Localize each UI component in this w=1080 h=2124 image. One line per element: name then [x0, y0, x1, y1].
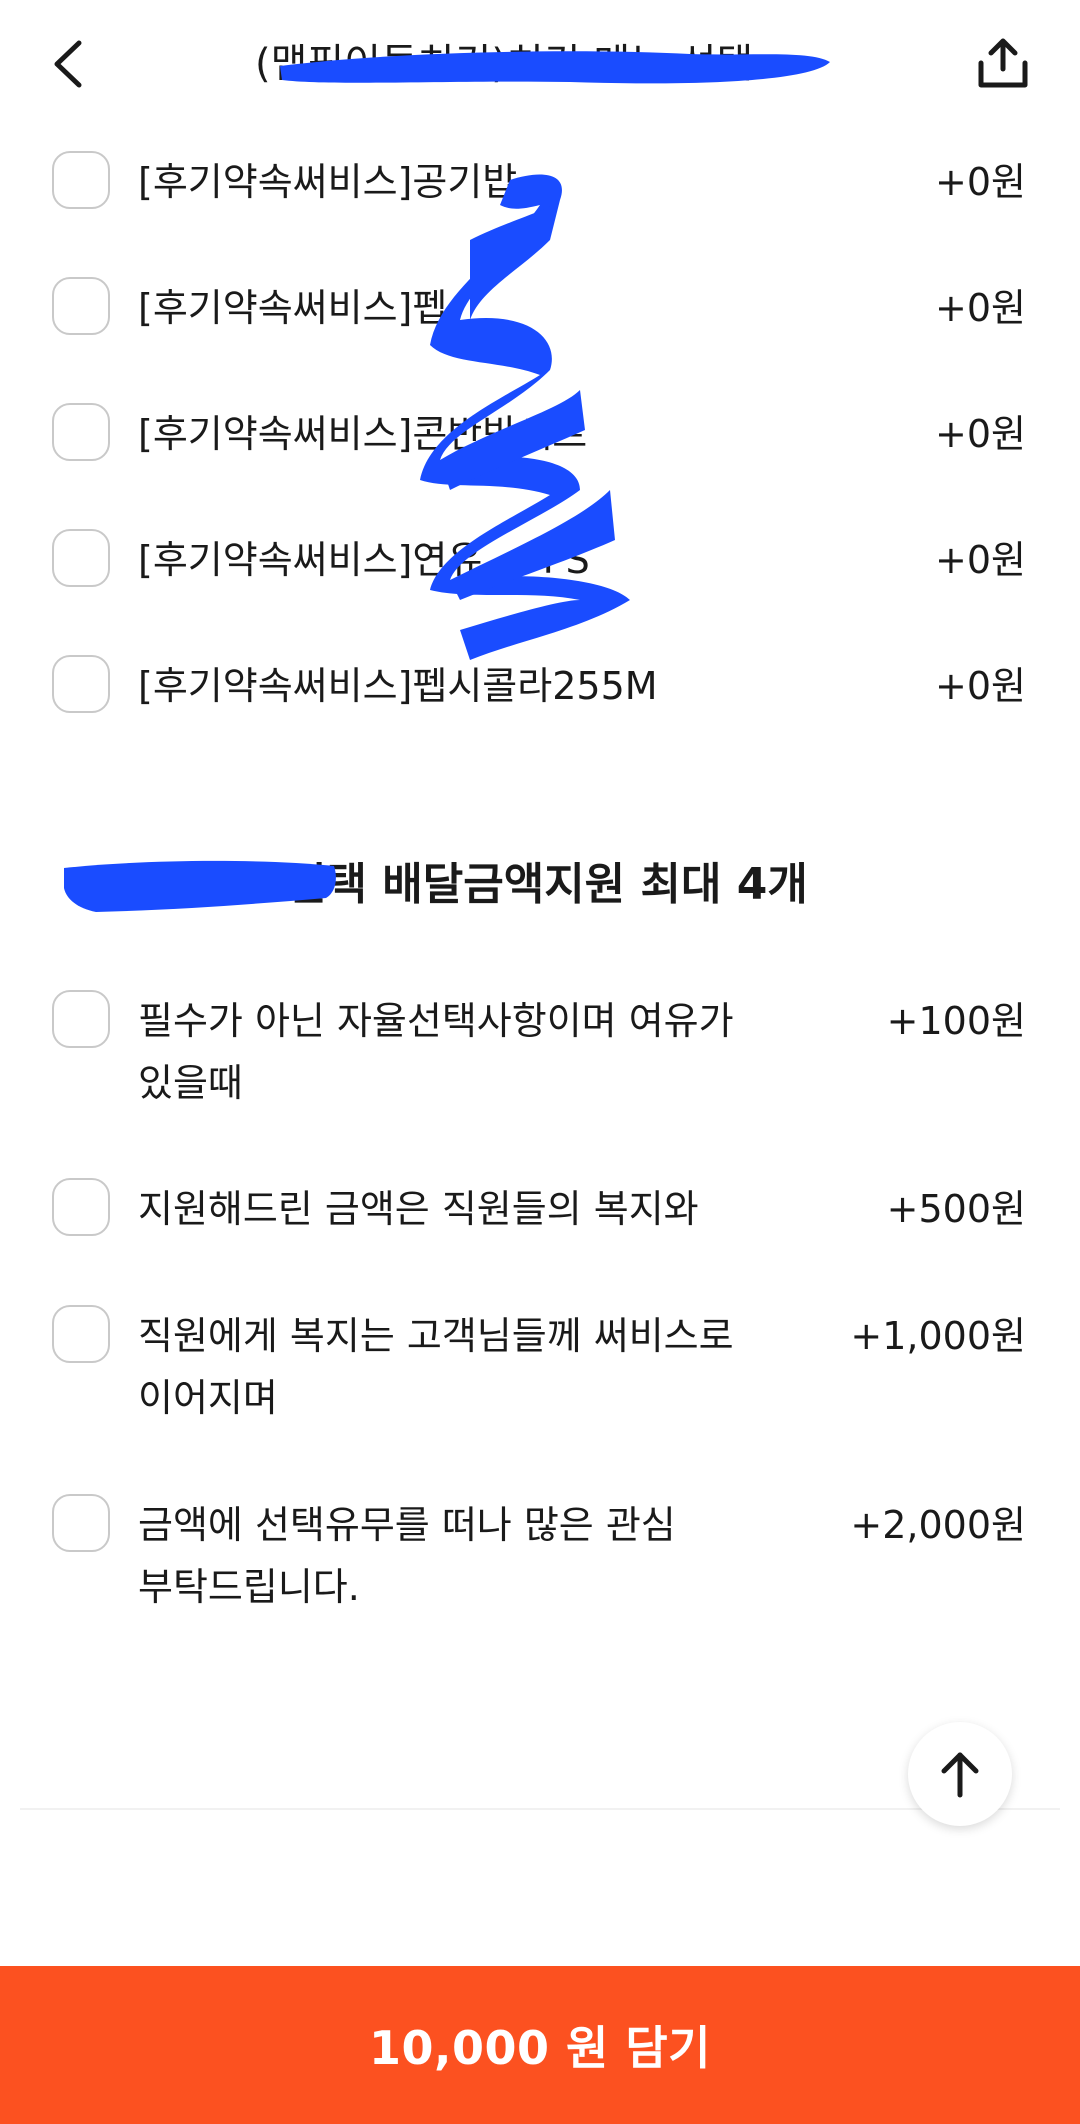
option-checkbox[interactable] [52, 1178, 110, 1236]
option-row[interactable]: 직원에게 복지는 고객님들께 써비스로 이어지며 +1,000원 [0, 1305, 1080, 1429]
option-checkbox[interactable] [52, 1305, 110, 1363]
option-checkbox[interactable] [52, 990, 110, 1048]
option-price: +2,000원 [850, 1503, 1026, 1547]
option-price: +0원 [935, 412, 1026, 456]
option-label: [후기약속써비스]공기밥 [138, 160, 518, 204]
option-label: 필수가 아닌 자율선택사항이며 여유가 있을때 [138, 999, 734, 1105]
share-icon [978, 38, 1028, 88]
chevron-left-icon [54, 40, 82, 88]
option-checkbox[interactable] [52, 1494, 110, 1552]
back-button[interactable] [40, 28, 96, 100]
option-checkbox[interactable] [52, 277, 110, 335]
option-row[interactable]: [후기약속써비스]공기밥 +0원 [0, 151, 1080, 213]
option-row[interactable]: [후기약속써비스]연유 ... PS +0원 [0, 529, 1080, 591]
option-label: [후기약속써비스]연유 ... PS [138, 538, 590, 582]
option-row[interactable]: [후기약속써비스]펩시콜라255M +0원 [0, 655, 1080, 717]
add-to-cart-button[interactable]: 10,000 원 담기 [0, 1966, 1080, 2124]
page-title: (맵핑이들치킨)치킨 메뉴 선택 [255, 41, 754, 87]
option-row[interactable]: [후기약속써비스]콘반반세트 +0원 [0, 403, 1080, 465]
option-row[interactable]: 지원해드린 금액은 직원들의 복지와 +500원 [0, 1178, 1080, 1240]
option-label: 지원해드린 금액은 직원들의 복지와 [138, 1187, 699, 1231]
option-label: [후기약속써비스]펩시콜라255M [138, 664, 658, 708]
option-label: 금액에 선택유무를 떠나 많은 관심 부탁드립니다. [138, 1503, 676, 1609]
scroll-to-top-button[interactable] [908, 1722, 1012, 1826]
share-button[interactable] [972, 30, 1034, 96]
option-price: +0원 [935, 286, 1026, 330]
arrow-up-icon [941, 1752, 979, 1798]
section-title: 선택 배달금액지원 최대 4개 [286, 859, 808, 910]
app-header: (맵핑이들치킨)치킨 메뉴 선택 [0, 0, 1080, 130]
option-checkbox[interactable] [52, 655, 110, 713]
option-price: +1,000원 [850, 1314, 1026, 1358]
option-label: 직원에게 복지는 고객님들께 써비스로 이어지며 [138, 1314, 734, 1420]
option-price: +0원 [935, 160, 1026, 204]
option-price: +0원 [935, 664, 1026, 708]
option-label: [후기약속써비스]펩 [138, 286, 448, 330]
divider [20, 1808, 1060, 1810]
option-checkbox[interactable] [52, 151, 110, 209]
option-row[interactable]: [후기약속써비스]펩 +0원 [0, 277, 1080, 339]
option-label: [후기약속써비스]콘반반세트 [138, 412, 588, 456]
option-checkbox[interactable] [52, 403, 110, 461]
option-row[interactable]: 금액에 선택유무를 떠나 많은 관심 부탁드립니다. +2,000원 [0, 1494, 1080, 1618]
add-to-cart-label: 10,000 원 담기 [369, 2021, 711, 2075]
option-checkbox[interactable] [52, 529, 110, 587]
option-price: +100원 [886, 999, 1026, 1043]
option-price: +500원 [886, 1187, 1026, 1231]
option-row[interactable]: 필수가 아닌 자율선택사항이며 여유가 있을때 +100원 [0, 990, 1080, 1114]
option-price: +0원 [935, 538, 1026, 582]
